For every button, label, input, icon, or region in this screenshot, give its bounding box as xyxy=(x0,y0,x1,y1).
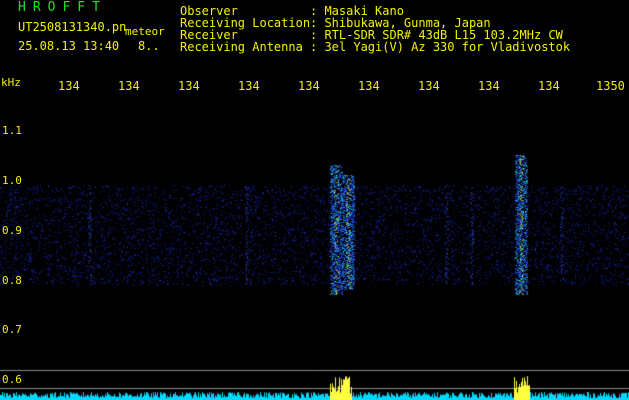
freq-tick-label: 1350 xyxy=(596,79,625,93)
y-tick-label: 0.8 xyxy=(2,274,22,287)
freq-tick-label: 134 xyxy=(178,79,200,93)
antenna-label: Receiving Antenna xyxy=(180,40,303,54)
freq-tick-label: 134 xyxy=(418,79,440,93)
spectrogram-canvas xyxy=(0,95,629,400)
freq-tick-label: 134 xyxy=(58,79,80,93)
echo-count: 8.. xyxy=(138,39,160,53)
frequency-axis: 134 134 134 134 134 134 134 134 134 1350 xyxy=(0,78,629,94)
freq-tick-label: 134 xyxy=(298,79,320,93)
y-tick-label: 0.6 xyxy=(2,373,22,386)
y-tick-label: 1.1 xyxy=(2,124,22,137)
antenna-value: : 3el Yagi(V) Az 330 for Vladivostok xyxy=(310,40,571,54)
y-tick-label: 0.7 xyxy=(2,323,22,336)
y-tick-label: 1.0 xyxy=(2,174,22,187)
freq-tick-label: 134 xyxy=(478,79,500,93)
file-name: UT2508131340.pn xyxy=(18,20,127,34)
freq-tick-label: 134 xyxy=(358,79,380,93)
freq-tick-label: 134 xyxy=(238,79,260,93)
app-title: HROFFT xyxy=(18,0,107,15)
capture-datetime: 25.08.13 13:40 xyxy=(18,39,120,53)
y-tick-label: 0.9 xyxy=(2,224,22,237)
file-suffix: meteor xyxy=(125,25,165,38)
freq-tick-label: 134 xyxy=(118,79,140,93)
freq-tick-label: 134 xyxy=(538,79,560,93)
